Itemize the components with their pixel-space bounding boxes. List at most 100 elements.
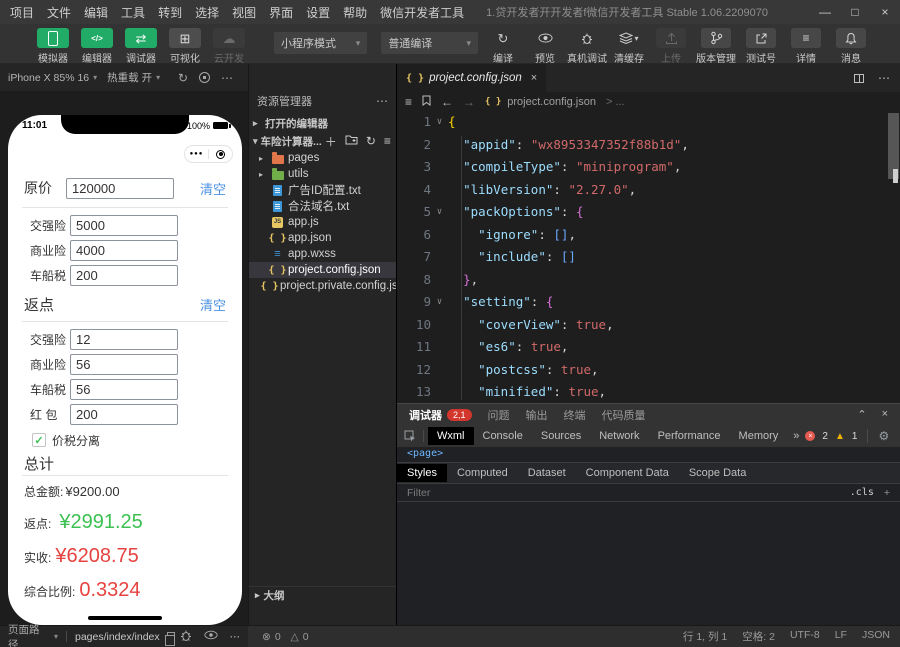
field-input[interactable]: 56 [70, 353, 178, 375]
menu-item-编辑[interactable]: 编辑 [84, 4, 108, 21]
styles-tab-Styles[interactable]: Styles [397, 464, 447, 482]
status-warning-count[interactable]: 0 [303, 631, 309, 643]
breadcrumb-file[interactable]: project.config.json [507, 96, 596, 108]
menu-item-设置[interactable]: 设置 [306, 4, 330, 21]
styles-tab-Component-Data[interactable]: Component Data [576, 464, 679, 482]
file-tree-item-project.config.json[interactable]: { } project.config.json [249, 262, 396, 278]
inspect-element-icon[interactable] [397, 430, 424, 442]
mode-dropdown[interactable]: 小程序模式 ▾ [274, 32, 368, 54]
toolbar-button-编辑器[interactable]: </> 编辑器 [76, 28, 118, 65]
field-input[interactable]: 200 [70, 264, 178, 286]
toolbar-button-版本管理[interactable]: 版本管理 [695, 28, 737, 65]
menu-icon[interactable]: ≡ [405, 95, 412, 109]
minimize-button[interactable]: — [810, 5, 840, 19]
menu-item-文件[interactable]: 文件 [47, 4, 71, 21]
project-section[interactable]: ▾ 车险计算器... ＋ ↻ ≡ [249, 132, 396, 150]
file-tree-item-app.js[interactable]: JS app.js [249, 214, 396, 230]
cls-button[interactable]: .cls [850, 487, 874, 498]
toolbar-button-清缓存[interactable]: ▾ 清缓存 [608, 28, 650, 65]
page-path-label[interactable]: 页面路径 [8, 622, 49, 647]
devtools-tab-Performance[interactable]: Performance [649, 427, 730, 445]
gear-icon[interactable]: ⚙ [878, 429, 889, 443]
status-item[interactable]: 空格: 2 [742, 629, 775, 644]
warning-icon[interactable]: △ [291, 631, 299, 643]
kebab-menu-icon[interactable]: ⋮ [896, 429, 900, 443]
forward-icon[interactable]: → [463, 95, 475, 109]
compile-mode-dropdown[interactable]: 普通编译 ▾ [381, 32, 478, 54]
device-selector[interactable]: iPhone X 85% 16 [8, 72, 89, 84]
devtools-tab-Network[interactable]: Network [590, 427, 648, 445]
status-item[interactable]: JSON [862, 629, 890, 644]
miniprogram-capsule[interactable]: ●●● [184, 145, 233, 163]
status-item[interactable]: 行 1, 列 1 [683, 629, 727, 644]
error-count[interactable]: 2 [822, 431, 828, 442]
more-icon[interactable]: ●●● [185, 151, 208, 157]
stop-icon[interactable] [199, 72, 210, 83]
field-input[interactable]: 5000 [70, 214, 178, 236]
styles-filter-input[interactable]: Filter [407, 487, 430, 499]
toolbar-button-云开发[interactable]: ☁ 云开发 [208, 28, 250, 65]
file-tree-item-pages[interactable]: ▸ pages [249, 150, 396, 166]
debugger-tab-输出[interactable]: 输出 [526, 407, 548, 423]
toolbar-button-详情[interactable]: ≡ 详情 [785, 28, 827, 65]
error-icon[interactable]: ⊗ [262, 631, 271, 643]
toolbar-button-调试器[interactable]: ⇄ 调试器 [120, 28, 162, 65]
collapse-all-icon[interactable]: ≡ [384, 134, 391, 148]
menu-item-选择[interactable]: 选择 [195, 4, 219, 21]
styles-tab-Dataset[interactable]: Dataset [518, 464, 576, 482]
eye-icon[interactable] [203, 630, 218, 643]
close-icon[interactable]: × [531, 72, 537, 84]
tax-split-checkbox[interactable]: ✓ 价税分离 [32, 432, 226, 448]
toolbar-button-真机调试[interactable]: 真机调试 [566, 28, 608, 65]
menu-item-视图[interactable]: 视图 [232, 4, 256, 21]
file-tree-item-app.wxss[interactable]: ≡ app.wxss [249, 246, 396, 262]
field-input[interactable]: 200 [70, 403, 178, 425]
debugger-tab-代码质量[interactable]: 代码质量 [602, 407, 646, 423]
devtools-tab-Memory[interactable]: Memory [730, 427, 788, 445]
split-editor-icon[interactable] [854, 73, 864, 83]
toolbar-button-模拟器[interactable]: 模拟器 [32, 28, 74, 65]
toolbar-button-消息[interactable]: 消息 [830, 28, 872, 65]
styles-tab-Scope-Data[interactable]: Scope Data [679, 464, 756, 482]
open-editors-section[interactable]: ▸ 打开的编辑器 [249, 114, 396, 132]
breadcrumb-more[interactable]: > ... [606, 96, 625, 108]
menu-item-转到[interactable]: 转到 [158, 4, 182, 21]
outline-section[interactable]: ▸ 大纲 [249, 586, 396, 603]
new-folder-icon[interactable] [345, 134, 358, 148]
field-input[interactable]: 56 [70, 378, 178, 400]
toolbar-button-可视化[interactable]: ⊞ 可视化 [164, 28, 206, 65]
bookmark-icon[interactable] [422, 95, 431, 109]
more-icon[interactable]: ⋯ [221, 71, 233, 85]
refresh-icon[interactable]: ↻ [178, 71, 188, 85]
menu-item-工具[interactable]: 工具 [121, 4, 145, 21]
add-style-icon[interactable]: + [884, 487, 890, 499]
back-icon[interactable]: ← [441, 95, 453, 109]
menu-item-帮助[interactable]: 帮助 [343, 4, 367, 21]
more-icon[interactable]: ⋯ [376, 94, 388, 108]
price-input[interactable]: 120000 [66, 177, 174, 199]
menu-item-微信开发者工具[interactable]: 微信开发者工具 [380, 4, 464, 21]
clear-link[interactable]: 清空 [200, 295, 226, 314]
wxml-element-node[interactable]: <page> [397, 448, 900, 462]
file-tree-item-广告ID配置.txt[interactable]: 广告ID配置.txt [249, 182, 396, 198]
devtools-tab-Wxml[interactable]: Wxml [428, 427, 474, 445]
bug-icon[interactable] [180, 629, 192, 645]
file-tree-item-app.json[interactable]: { } app.json [249, 230, 396, 246]
toolbar-button-测试号[interactable]: 测试号 [740, 28, 782, 65]
clear-link[interactable]: 清空 [200, 179, 226, 198]
field-input[interactable]: 4000 [70, 239, 178, 261]
more-icon[interactable]: ⋯ [878, 71, 890, 85]
devtools-tab-Console[interactable]: Console [474, 427, 532, 445]
file-tree-item-project.private.config.js...[interactable]: { } project.private.config.js... [249, 278, 396, 294]
code-area[interactable]: 1 ∨{2 "appid": "wx8953347352f88b1d", 3 "co… [397, 111, 900, 403]
exit-target-icon[interactable] [209, 149, 232, 159]
file-tree-item-utils[interactable]: ▸ utils [249, 166, 396, 182]
file-tree-item-合法域名.txt[interactable]: 合法域名.txt [249, 198, 396, 214]
more-icon[interactable]: ⋯ [230, 631, 241, 643]
debugger-tab-调试器[interactable]: 调试器 2,1 [409, 407, 472, 423]
toolbar-button-编译[interactable]: ↻ 编译 [482, 28, 524, 66]
field-input[interactable]: 12 [70, 328, 178, 350]
debugger-tab-终端[interactable]: 终端 [564, 407, 586, 423]
menu-item-界面[interactable]: 界面 [269, 4, 293, 21]
menu-item-项目[interactable]: 项目 [10, 4, 34, 21]
